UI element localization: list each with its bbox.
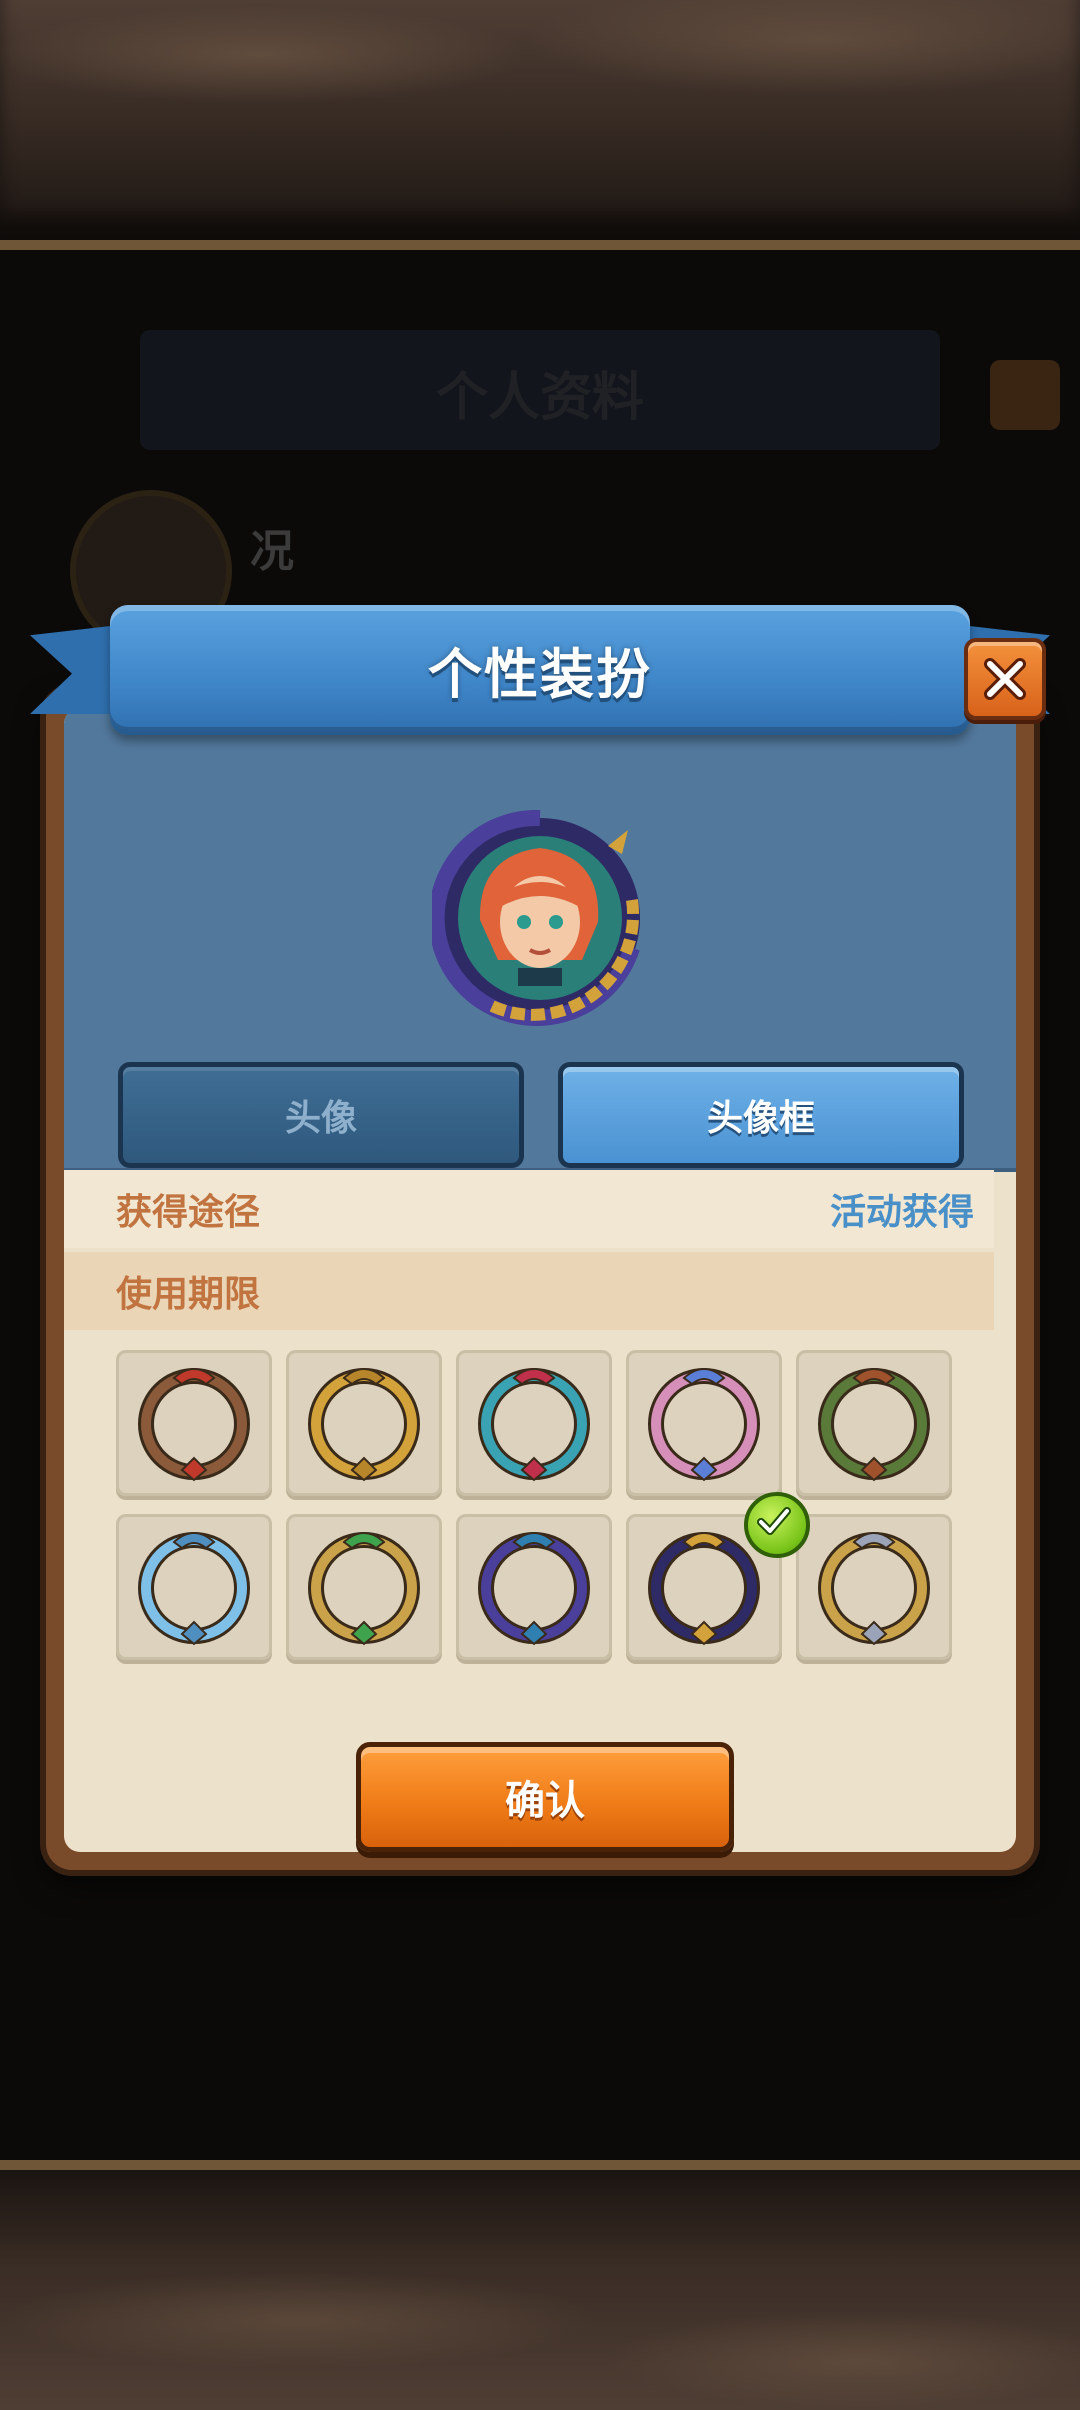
pink-ribbon-frame-icon: [648, 1368, 760, 1482]
tab-avatar[interactable]: 头像: [118, 1062, 524, 1168]
frame-grid: [116, 1350, 952, 1660]
frame-slot[interactable]: [456, 1350, 612, 1496]
frame-slot[interactable]: [116, 1514, 272, 1660]
avatar-preview: [428, 809, 648, 1026]
close-button[interactable]: [964, 638, 1046, 720]
purple-serpent-frame-icon: [478, 1532, 590, 1646]
confirm-button[interactable]: 确认: [356, 1742, 734, 1852]
gold-gem-frame-icon: [308, 1532, 420, 1646]
edit-icon: [990, 360, 1060, 430]
frame-slot[interactable]: [286, 1514, 442, 1660]
frame-slot[interactable]: [456, 1514, 612, 1660]
frame-slot[interactable]: [626, 1350, 782, 1496]
golden-frame-icon: [308, 1368, 420, 1482]
validity-label: 使用期限: [116, 1274, 261, 1315]
ice-crystal-frame-icon: [138, 1532, 250, 1646]
frame-slot[interactable]: [796, 1350, 952, 1496]
rose-frame-icon: [478, 1368, 590, 1482]
frame-slot[interactable]: [796, 1514, 952, 1660]
tab-avatar-frame[interactable]: 头像框: [558, 1062, 964, 1168]
validity-row: 使用期限: [64, 1252, 994, 1330]
winged-leaf-frame-icon: [818, 1368, 930, 1482]
ornate-skull-frame-icon: [138, 1368, 250, 1482]
close-x-icon: [984, 658, 1026, 700]
acquisition-value: 活动获得: [829, 1192, 974, 1233]
acquisition-label: 获得途径: [116, 1192, 261, 1233]
avatar-portrait-icon: [428, 809, 640, 1026]
profile-name: 况: [250, 526, 294, 577]
silver-wing-frame-icon: [818, 1532, 930, 1646]
profile-title: 个人资料: [435, 368, 644, 428]
top-wood-border: [0, 0, 1080, 250]
acquisition-row: 获得途径 活动获得: [64, 1170, 994, 1248]
selected-check-icon: [744, 1492, 810, 1558]
frame-slot[interactable]: [286, 1350, 442, 1496]
dialog-title: 个性装扮: [428, 643, 652, 706]
frame-slot[interactable]: [116, 1350, 272, 1496]
chain-serpent-frame-icon: [648, 1532, 760, 1646]
bottom-wood-border: [0, 2160, 1080, 2410]
